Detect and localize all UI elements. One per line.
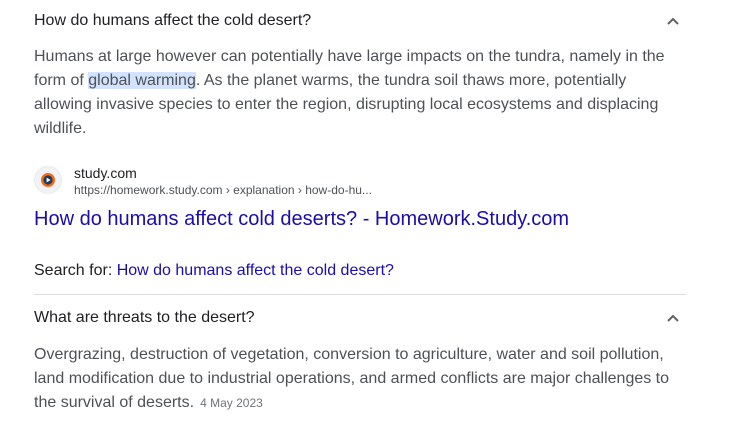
study-com-favicon-icon (34, 166, 62, 194)
source-url: https://homework.study.com › explanation… (74, 183, 372, 197)
faq-answer-2-text: Overgrazing, destruction of vegetation, … (34, 346, 670, 411)
faq-question-2-text: What are threats to the desert? (34, 309, 255, 326)
answer-date: 4 May 2023 (200, 396, 263, 410)
result-title-link[interactable]: How do humans affect cold deserts? - Hom… (34, 205, 569, 233)
highlighted-phrase: global warming (88, 72, 196, 89)
faq-question-1[interactable]: How do humans affect the cold desert? (34, 9, 686, 33)
faq-question-2[interactable]: What are threats to the desert? (34, 306, 686, 330)
source-name: study.com (74, 165, 137, 181)
result-source[interactable]: study.com https://homework.study.com › e… (34, 164, 372, 198)
faq-question-1-text: How do humans affect the cold desert? (34, 12, 312, 29)
search-for-query-link[interactable]: How do humans affect the cold desert? (117, 262, 394, 279)
search-for-label: Search for: (34, 262, 117, 279)
divider (34, 294, 686, 295)
chevron-up-icon[interactable] (666, 14, 680, 28)
faq-answer-2: Overgrazing, destruction of vegetation, … (34, 343, 686, 415)
chevron-up-icon[interactable] (666, 311, 680, 325)
search-for: Search for: How do humans affect the col… (34, 260, 394, 282)
faq-answer-1: Humans at large however can potentially … (34, 45, 686, 141)
